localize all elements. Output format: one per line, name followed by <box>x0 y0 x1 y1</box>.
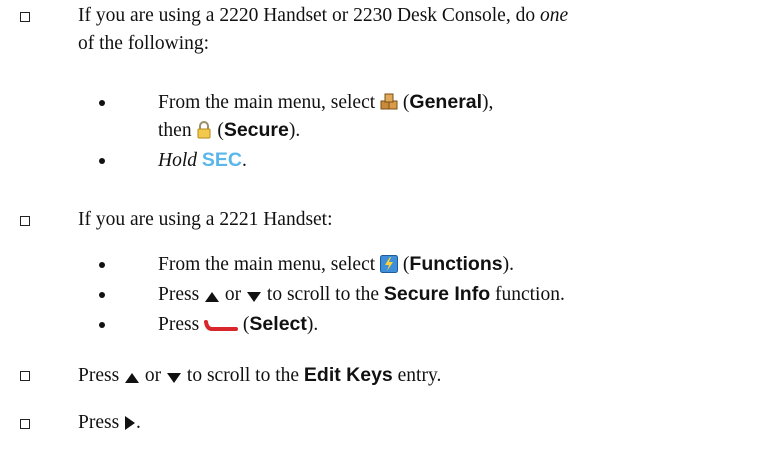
bullet <box>99 262 105 268</box>
bullet <box>99 292 105 298</box>
step2-bullet3: Press (Select). <box>158 312 318 340</box>
up-arrow-icon <box>124 367 140 391</box>
up-arrow-icon <box>204 286 220 310</box>
bullet <box>99 100 105 106</box>
sec-key: SEC <box>201 149 242 171</box>
step1-bullet1-line1: From the main menu, select (General), <box>158 90 493 118</box>
right-arrow-icon <box>124 414 136 438</box>
step1-line1: If you are using a 2220 Handset or 2230 … <box>78 5 569 26</box>
checkbox-icon <box>20 216 30 226</box>
step3-line: Press or to scroll to the Edit Keys entr… <box>78 363 441 391</box>
functions-lightning-icon <box>380 255 399 280</box>
general-boxes-icon <box>380 93 398 118</box>
bullet <box>99 322 105 328</box>
step1-line2: of the following: <box>78 33 210 54</box>
step2-bullet1: From the main menu, select (Functions). <box>158 252 514 280</box>
checkbox-icon <box>20 419 30 429</box>
step1-bullet2: Hold SEC. <box>158 149 247 171</box>
bullet <box>99 158 105 164</box>
down-arrow-icon <box>246 286 262 310</box>
checkbox-icon <box>20 371 30 381</box>
down-arrow-icon <box>166 367 182 391</box>
red-softkey-icon <box>204 316 239 340</box>
padlock-icon <box>196 121 212 146</box>
step2-line1: If you are using a 2221 Handset: <box>78 209 333 230</box>
checkbox-icon <box>20 12 30 22</box>
step2-bullet2: Press or to scroll to the Secure Info fu… <box>158 282 565 310</box>
step4-line: Press . <box>78 411 141 438</box>
step1-bullet1-line2: then (Secure). <box>158 118 300 146</box>
